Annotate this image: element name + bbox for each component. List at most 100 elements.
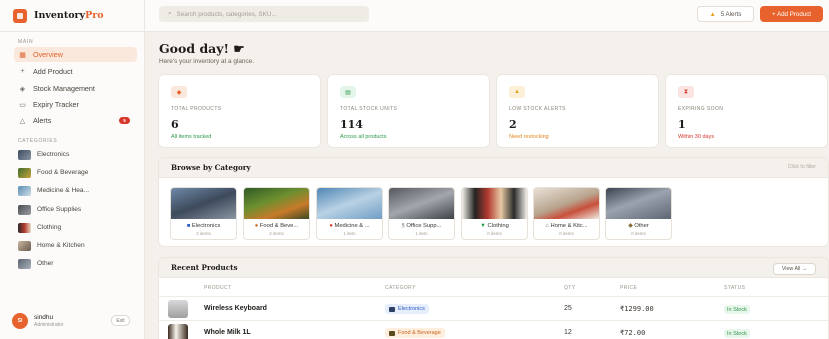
food-image (244, 188, 309, 219)
sidebar-category-medicine[interactable]: Medicine & Hea... (18, 184, 89, 197)
sidebar-category-clothing[interactable]: Clothing (18, 221, 61, 234)
wave-icon: ☛ (233, 41, 245, 56)
column-header-status: STATUS (724, 285, 746, 291)
food-thumbnail (18, 167, 31, 178)
sidebar-category-office-supplies[interactable]: Office Supplies (18, 203, 81, 216)
stat-label: TOTAL PRODUCTS (171, 106, 222, 112)
electronics-thumbnail (18, 149, 31, 160)
category-pill-label: Electronics (398, 306, 425, 312)
hourglass-icon: ⧗ (678, 86, 694, 98)
panel-title: Browse by Category (171, 163, 251, 172)
category-card-name: Home & Kitc... (550, 223, 588, 229)
category-card-label: ⌂ Home & Kitc... (534, 223, 599, 229)
category-card-label: ● Food & Beve... (244, 223, 309, 229)
add-product-button[interactable]: + Add Product (760, 6, 823, 22)
stat-label: EXPIRING SOON (678, 106, 724, 112)
clothing-image (462, 188, 527, 219)
stat-value: 1 (678, 118, 686, 131)
keyboard-thumbnail (168, 300, 188, 318)
sidebar-item-label: Overview (33, 50, 63, 59)
sidebar-item-overview[interactable]: ▦ Overview (14, 47, 137, 62)
search-input[interactable]: ⌕ Search products, categories, SKU... (159, 6, 369, 22)
category-label: Food & Beverage (37, 169, 89, 176)
category-card-count: 0 items (559, 231, 574, 236)
category-card-clothing[interactable]: ▼ Clothing 0 items (461, 187, 528, 240)
panel-title: Recent Products (171, 263, 238, 272)
stat-card-total-stock-units: ▤ TOTAL STOCK UNITS 114 Across all produ… (327, 74, 490, 148)
product-price: ₹72.00 (620, 329, 646, 337)
panel-header: Recent Products (159, 258, 828, 278)
paperclip-icon: § (401, 223, 405, 229)
alerts-button-label: 5 Alerts (720, 10, 742, 18)
chip-icon (389, 306, 395, 312)
stat-card-low-stock-alerts: ▲ LOW STOCK ALERTS 2 Need restocking (496, 74, 659, 148)
category-card-label: ■ Electronics (171, 223, 236, 229)
search-icon: ⌕ (168, 10, 172, 17)
pill-icon: ● (329, 223, 333, 229)
category-card-count: 0 items (631, 231, 646, 236)
category-label: Office Supplies (37, 206, 82, 213)
sidebar-category-food-beverage[interactable]: Food & Beverage (18, 166, 88, 179)
sidebar-category-other[interactable]: Other (18, 257, 54, 270)
column-header-price: PRICE (620, 285, 638, 291)
category-card-name: Other (634, 223, 649, 229)
medicine-image (317, 188, 382, 219)
category-card-office-supplies[interactable]: § Office Supp... 1 item (388, 187, 455, 240)
page-subtitle: Here's your inventory at a glance. (159, 58, 254, 65)
greeting-text: Good day! (159, 41, 234, 56)
other-image (606, 188, 671, 219)
category-label: Clothing (37, 224, 62, 231)
category-card-other[interactable]: ◆ Other 0 items (605, 187, 672, 240)
table-row[interactable]: Whole Milk 1L Food & Beverage 12 ₹72.00 … (159, 320, 828, 339)
sidebar-item-label: Alerts (33, 116, 52, 125)
category-card-name: Office Supp... (406, 223, 442, 229)
search-placeholder: Search products, categories, SKU... (176, 10, 277, 18)
shirt-icon: ▼ (480, 223, 486, 229)
electronics-image (171, 188, 236, 219)
house-icon: ⌂ (545, 223, 549, 229)
category-card-label: ● Medicine & ... (317, 223, 382, 229)
category-card-name: Food & Beve... (259, 223, 299, 229)
other-thumbnail (18, 258, 31, 269)
sidebar: InventoryPro MAIN ▦ Overview + Add Produ… (0, 0, 145, 339)
sidebar-item-alerts[interactable]: △ Alerts 5 (14, 113, 137, 128)
alerts-button[interactable]: ▲ 5 Alerts (697, 6, 754, 22)
category-card-count: 1 item (343, 231, 356, 236)
category-label: Home & Kitchen (37, 242, 85, 249)
category-card-electronics[interactable]: ■ Electronics 2 items (170, 187, 237, 240)
sidebar-item-add-product[interactable]: + Add Product (14, 64, 137, 79)
logo-icon (13, 8, 27, 23)
warning-icon: ▲ (509, 86, 525, 98)
category-card-count: 2 items (196, 231, 211, 236)
food-icon: ● (254, 223, 259, 229)
product-price: ₹1299.00 (620, 305, 654, 313)
category-card-label: § Office Supp... (389, 223, 454, 229)
category-card-home-kitchen[interactable]: ⌂ Home & Kitc... 0 items (533, 187, 600, 240)
exit-button[interactable]: Exit (111, 315, 130, 326)
sidebar-category-electronics[interactable]: Electronics (18, 148, 69, 161)
brand[interactable]: InventoryPro (0, 0, 144, 32)
sidebar-item-label: Add Product (33, 67, 73, 76)
avatar[interactable]: SI (12, 313, 28, 329)
category-card-name: Clothing (487, 223, 509, 229)
user-profile: SI sindhu Administrator Exit (12, 311, 136, 331)
sidebar-item-stock-management[interactable]: ◈ Stock Management (14, 81, 137, 96)
category-card-label: ▼ Clothing (462, 223, 527, 229)
user-name: sindhu (34, 314, 54, 321)
product-qty: 25 (564, 305, 572, 312)
table-row[interactable]: Wireless Keyboard Electronics 25 ₹1299.0… (159, 296, 828, 320)
category-pill: Food & Beverage (385, 328, 445, 338)
stat-value: 114 (340, 118, 363, 131)
view-all-button[interactable]: View All → (773, 263, 816, 275)
recent-products-panel: Recent Products View All → PRODUCT CATEG… (158, 257, 829, 339)
sidebar-item-expiry-tracker[interactable]: ▭ Expiry Tracker (14, 97, 137, 112)
office-image (389, 188, 454, 219)
category-card-food-beverage[interactable]: ● Food & Beve... 2 items (243, 187, 310, 240)
stat-note: Need restocking (509, 134, 549, 140)
status-badge: In Stock (724, 329, 750, 338)
category-card-medicine[interactable]: ● Medicine & ... 1 item (316, 187, 383, 240)
stat-note: Across all products (340, 134, 387, 140)
sidebar-category-home-kitchen[interactable]: Home & Kitchen (18, 239, 85, 252)
category-pill-label: Food & Beverage (398, 330, 441, 336)
medicine-thumbnail (18, 185, 31, 196)
